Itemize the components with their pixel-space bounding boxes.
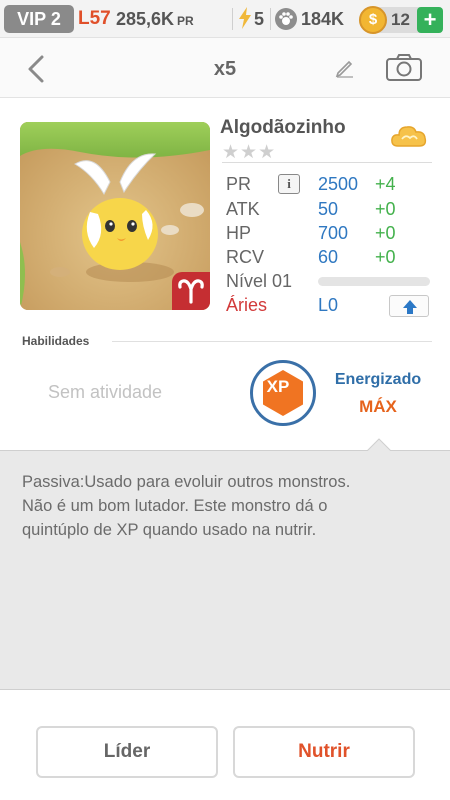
page-title: x5 — [213, 58, 237, 80]
no-activity-text: Sem atividade — [48, 382, 163, 402]
stat-label-rcv: RCV — [226, 247, 265, 267]
info-icon[interactable]: i — [278, 174, 300, 194]
rarity-stars: ★★★ — [222, 142, 277, 163]
stat-value-pr: 2500 — [318, 174, 359, 194]
energized-value: MÁX — [359, 397, 397, 416]
xp-skill-icon[interactable]: XP — [250, 360, 316, 426]
cloud-element-icon — [391, 126, 427, 147]
add-coins-button[interactable]: + — [417, 7, 443, 33]
lightning-icon — [239, 7, 251, 29]
stat-bonus-rcv: +0 — [375, 247, 396, 267]
coins-value: 12 — [391, 10, 410, 29]
feed-button[interactable]: Nutrir — [233, 726, 415, 778]
vip-badge[interactable]: VIP 2 — [4, 5, 74, 33]
skill-description: Passiva:Usado para evoluir outros monstr… — [22, 473, 351, 539]
xp-label: XP — [266, 377, 290, 396]
power-readout: 285,6K PR — [116, 5, 194, 33]
nav-bar: x5 — [0, 38, 450, 98]
paw-icon — [275, 8, 297, 30]
coins-counter[interactable]: $ 12 + — [359, 6, 443, 34]
divider — [270, 8, 271, 30]
player-level: L57 — [78, 8, 111, 29]
pencil-icon[interactable] — [334, 56, 356, 78]
divider — [112, 341, 432, 342]
camera-icon[interactable] — [385, 52, 423, 82]
status-bar: VIP 2 L57 285,6K PR 5 184K $ 12 + — [0, 0, 450, 38]
zodiac-sign-label: Áries — [226, 295, 268, 315]
upgrade-sign-button[interactable] — [389, 295, 429, 317]
aries-sign-icon — [172, 272, 210, 310]
stat-bonus-atk: +0 — [375, 199, 396, 219]
energy-counter[interactable]: 5 — [238, 5, 264, 33]
monster-name: Algodãozinho — [220, 117, 346, 138]
paws-value: 184K — [301, 9, 345, 29]
divider — [232, 8, 233, 30]
stat-value-rcv: 60 — [318, 247, 339, 267]
stat-bonus-pr: +4 — [375, 174, 396, 194]
energized-title: Energizado — [334, 371, 422, 388]
coin-icon: $ — [359, 6, 387, 34]
level-label: Nível 01 — [226, 271, 293, 291]
stat-value-atk: 50 — [318, 199, 339, 219]
paws-counter[interactable]: 184K — [275, 5, 344, 33]
stat-bonus-hp: +0 — [375, 223, 396, 243]
arrow-up-icon — [403, 300, 417, 314]
stat-label-atk: ATK — [226, 199, 260, 219]
stat-label-hp: HP — [226, 223, 252, 243]
stat-value-hp: 700 — [318, 223, 349, 243]
level-progress-bar — [318, 277, 430, 286]
energy-value: 5 — [254, 9, 265, 29]
leader-button[interactable]: Líder — [36, 726, 218, 778]
skills-heading: Habilidades — [22, 334, 90, 348]
panel-pointer — [366, 438, 392, 452]
monster-portrait[interactable] — [20, 122, 210, 310]
power-value: 285,6K — [116, 9, 175, 29]
zodiac-sign-level: L0 — [318, 295, 339, 315]
power-unit: PR — [177, 14, 194, 28]
divider — [222, 162, 432, 163]
stat-label-pr: PR — [226, 174, 252, 194]
